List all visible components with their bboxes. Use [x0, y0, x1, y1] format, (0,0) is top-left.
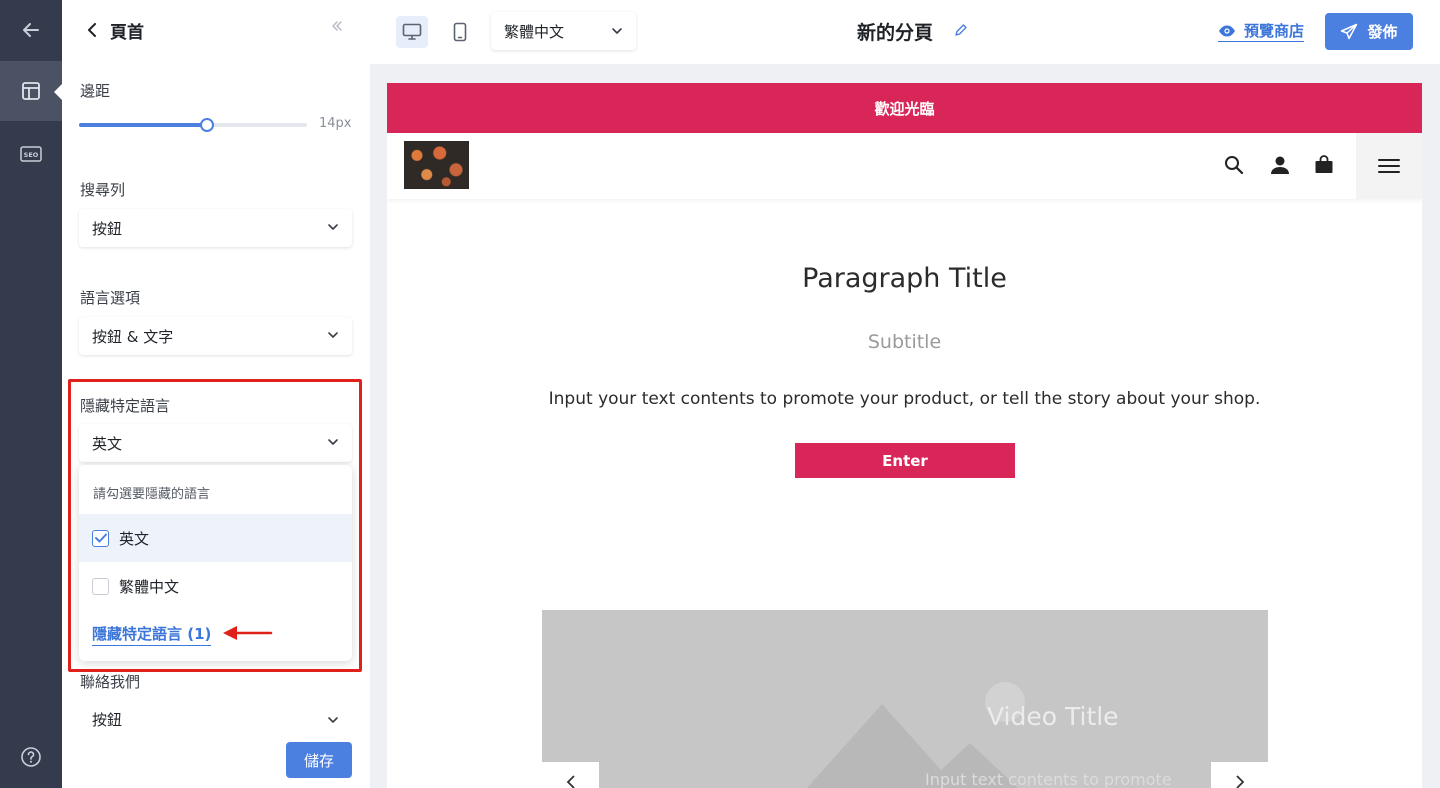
- svg-text:SEO: SEO: [24, 151, 39, 159]
- preview-store-link[interactable]: 預覽商店: [1218, 20, 1305, 42]
- double-chevron-left-icon: [332, 21, 342, 31]
- chevron-right-icon: [1235, 775, 1244, 788]
- paragraph-subtitle: Subtitle: [867, 331, 942, 353]
- icon-rail: SEO: [0, 0, 62, 788]
- hamburger-menu-icon: [1378, 159, 1400, 173]
- panel-title: 頁首: [110, 23, 144, 43]
- shop-header: [387, 133, 1422, 199]
- publish-button[interactable]: 發佈: [1325, 13, 1413, 50]
- search-bar-select[interactable]: 按鈕: [79, 209, 352, 247]
- user-icon: [1271, 156, 1289, 174]
- chevron-down-icon: [328, 717, 338, 723]
- panel-back-button[interactable]: [80, 18, 104, 42]
- back-button[interactable]: [0, 0, 62, 60]
- paragraph-title: Paragraph Title: [802, 263, 1007, 294]
- paper-plane-icon: [1341, 23, 1358, 39]
- contact-us-select[interactable]: 按鈕: [79, 702, 352, 736]
- account-button[interactable]: [1268, 153, 1292, 177]
- layout-icon: [22, 82, 40, 100]
- carousel-next-button[interactable]: [1211, 762, 1268, 788]
- eye-icon: [1219, 25, 1235, 36]
- search-bar-value: 按鈕: [92, 219, 123, 238]
- active-pointer: [54, 84, 62, 100]
- preview-store-label: 預覽商店: [1244, 22, 1305, 40]
- announcement-bar: 歡迎光臨: [387, 83, 1422, 133]
- collapse-panel-button[interactable]: [330, 18, 344, 37]
- search-button[interactable]: [1222, 153, 1246, 177]
- language-options-value: 按鈕 & 文字: [92, 327, 174, 346]
- preview-canvas: 歡迎光臨 Paragraph Title Subtitle Input your…: [370, 64, 1440, 788]
- page-preview: 歡迎光臨 Paragraph Title Subtitle Input your…: [387, 83, 1422, 788]
- desktop-view-button[interactable]: [396, 16, 428, 48]
- search-icon: [1225, 156, 1244, 175]
- video-title: Video Title: [987, 702, 1119, 731]
- help-icon: [21, 747, 41, 767]
- language-options-label: 語言選項: [80, 289, 141, 307]
- chevron-left-icon: [88, 23, 96, 37]
- seo-button[interactable]: SEO: [0, 124, 62, 184]
- layout-button[interactable]: [0, 61, 62, 121]
- menu-button[interactable]: [1356, 133, 1422, 199]
- publish-label: 發佈: [1367, 23, 1398, 41]
- seo-icon: SEO: [20, 146, 42, 162]
- preview-language-select[interactable]: 繁體中文: [491, 12, 636, 50]
- video-placeholder: Video Title Input text contents to promo…: [542, 610, 1268, 788]
- enter-button[interactable]: Enter: [795, 443, 1015, 478]
- chevron-left-icon: [566, 775, 575, 788]
- shop-logo[interactable]: [404, 141, 469, 189]
- placeholder-image-icon: [807, 682, 1025, 788]
- paragraph-body: Input your text contents to promote your…: [548, 389, 1261, 409]
- chevron-down-icon: [612, 28, 622, 34]
- chevron-down-icon: [328, 224, 338, 230]
- video-text: Input text contents to promote: [925, 770, 1172, 788]
- carousel-prev-button[interactable]: [542, 762, 599, 788]
- desktop-icon: [402, 23, 422, 40]
- chevron-down-icon: [328, 332, 338, 338]
- margin-slider-fill: [79, 123, 207, 127]
- contact-us-label: 聯絡我們: [80, 673, 141, 691]
- contact-us-value: 按鈕: [92, 710, 123, 729]
- margin-label: 邊距: [80, 82, 111, 100]
- panel-header: 頁首: [62, 0, 370, 60]
- red-arrow-icon: [223, 626, 273, 640]
- page-name: 新的分頁: [857, 22, 934, 44]
- margin-value: 14px: [319, 116, 352, 131]
- preview-language-value: 繁體中文: [504, 22, 565, 41]
- margin-slider[interactable]: [79, 118, 307, 132]
- cart-button[interactable]: [1312, 153, 1336, 177]
- search-bar-label: 搜尋列: [80, 181, 126, 199]
- language-options-select[interactable]: 按鈕 & 文字: [79, 317, 352, 355]
- mobile-icon: [453, 22, 467, 42]
- shopping-bag-icon: [1315, 155, 1333, 173]
- mobile-view-button[interactable]: [444, 16, 476, 48]
- pencil-icon[interactable]: [954, 23, 968, 37]
- help-button[interactable]: [0, 727, 62, 787]
- top-toolbar: 繁體中文 新的分頁 預覽商店 發佈: [370, 0, 1440, 64]
- margin-slider-handle[interactable]: [199, 118, 214, 132]
- arrow-left-icon: [23, 23, 39, 37]
- save-button[interactable]: 儲存: [286, 742, 352, 778]
- annotation-highlight-box: [68, 379, 362, 672]
